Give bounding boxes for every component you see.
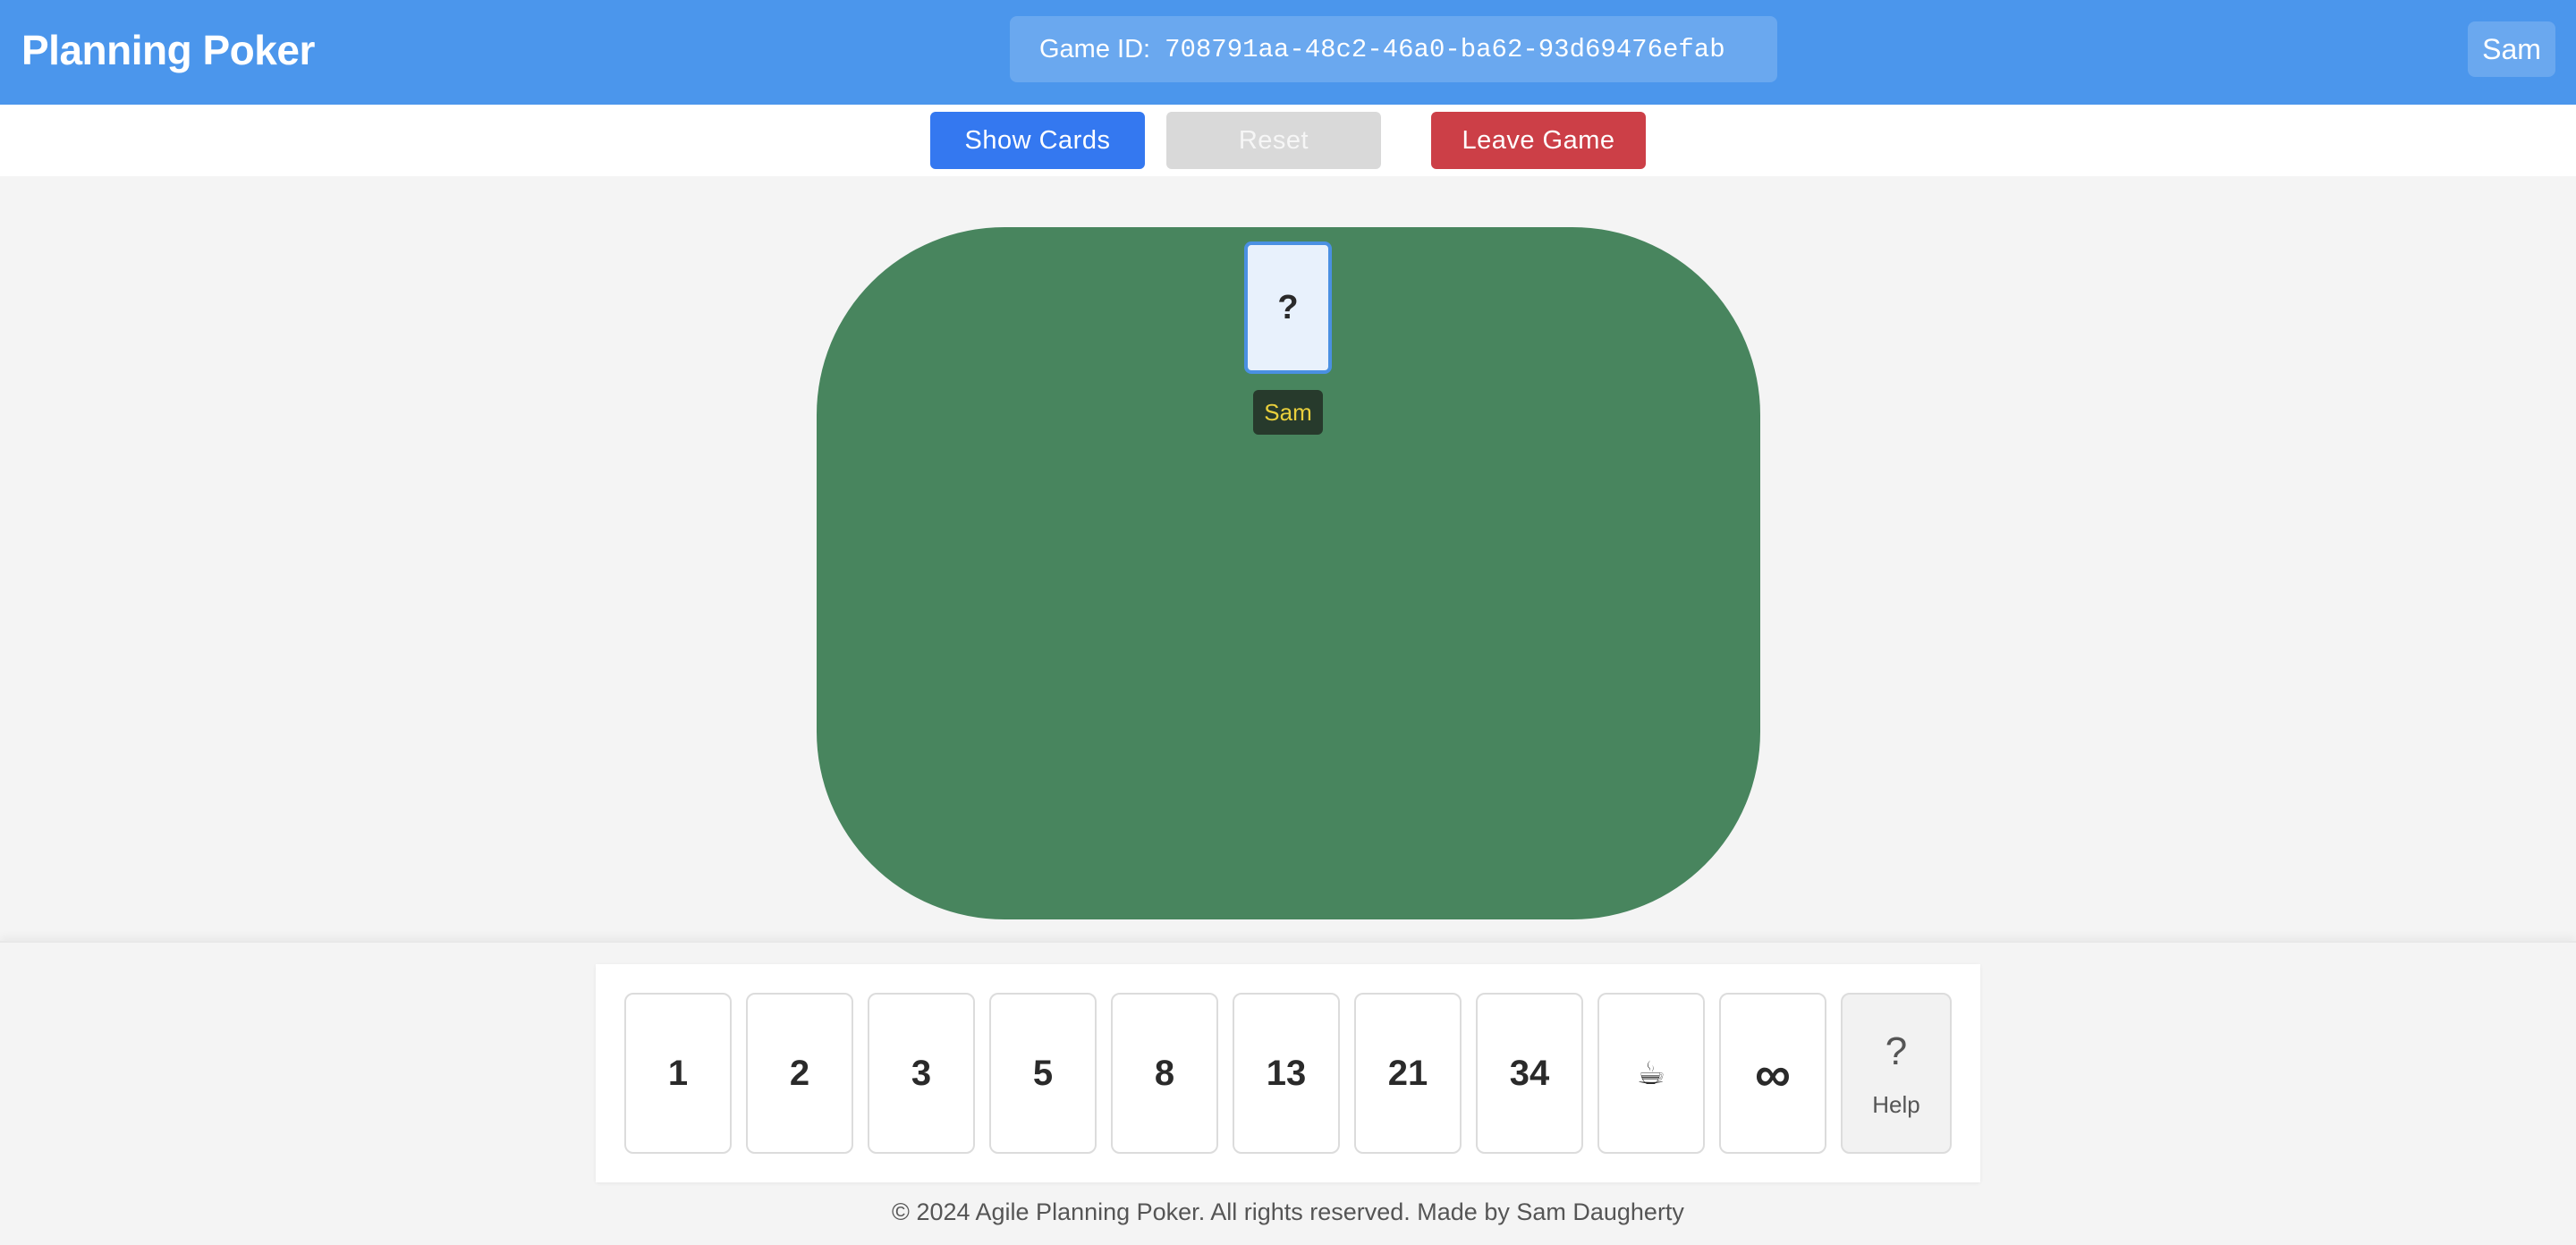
app-title: Planning Poker xyxy=(21,27,315,73)
show-cards-button[interactable]: Show Cards xyxy=(930,112,1145,169)
deck-card-2[interactable]: 2 xyxy=(746,993,853,1154)
question-mark-icon: ? xyxy=(1885,1029,1908,1073)
deck-card-1[interactable]: 1 xyxy=(624,993,732,1154)
user-badge[interactable]: Sam xyxy=(2468,21,2555,77)
deck-card-3[interactable]: 3 xyxy=(868,993,975,1154)
game-id-value[interactable]: 708791aa-48c2-46a0-ba62-93d69476efab xyxy=(1165,35,1725,64)
player-card: ? xyxy=(1244,241,1332,374)
game-id-box[interactable]: Game ID: 708791aa-48c2-46a0-ba62-93d6947… xyxy=(1010,16,1777,82)
player-name-label: Sam xyxy=(1253,390,1323,435)
deck-card-coffee[interactable]: ☕ xyxy=(1597,993,1705,1154)
deck-card-34[interactable]: 34 xyxy=(1476,993,1583,1154)
app-header: Planning Poker Game ID: 708791aa-48c2-46… xyxy=(0,0,2576,105)
deck-card-13[interactable]: 13 xyxy=(1233,993,1340,1154)
footer-text: © 2024 Agile Planning Poker. All rights … xyxy=(892,1198,1684,1225)
reset-button[interactable]: Reset xyxy=(1166,112,1381,169)
coffee-icon: ☕ xyxy=(1636,1054,1666,1091)
game-id-label: Game ID: xyxy=(1039,34,1151,64)
deck-card-8[interactable]: 8 xyxy=(1111,993,1218,1154)
help-label: Help xyxy=(1872,1090,1920,1118)
game-toolbar: Show Cards Reset Leave Game xyxy=(0,105,2576,176)
deck-card-5[interactable]: 5 xyxy=(989,993,1097,1154)
help-card[interactable]: ? Help xyxy=(1841,993,1952,1154)
infinity-icon: ∞ xyxy=(1755,1045,1791,1102)
deck-card-21[interactable]: 21 xyxy=(1354,993,1462,1154)
leave-game-button[interactable]: Leave Game xyxy=(1431,112,1646,169)
deck-card-infinity[interactable]: ∞ xyxy=(1719,993,1826,1154)
